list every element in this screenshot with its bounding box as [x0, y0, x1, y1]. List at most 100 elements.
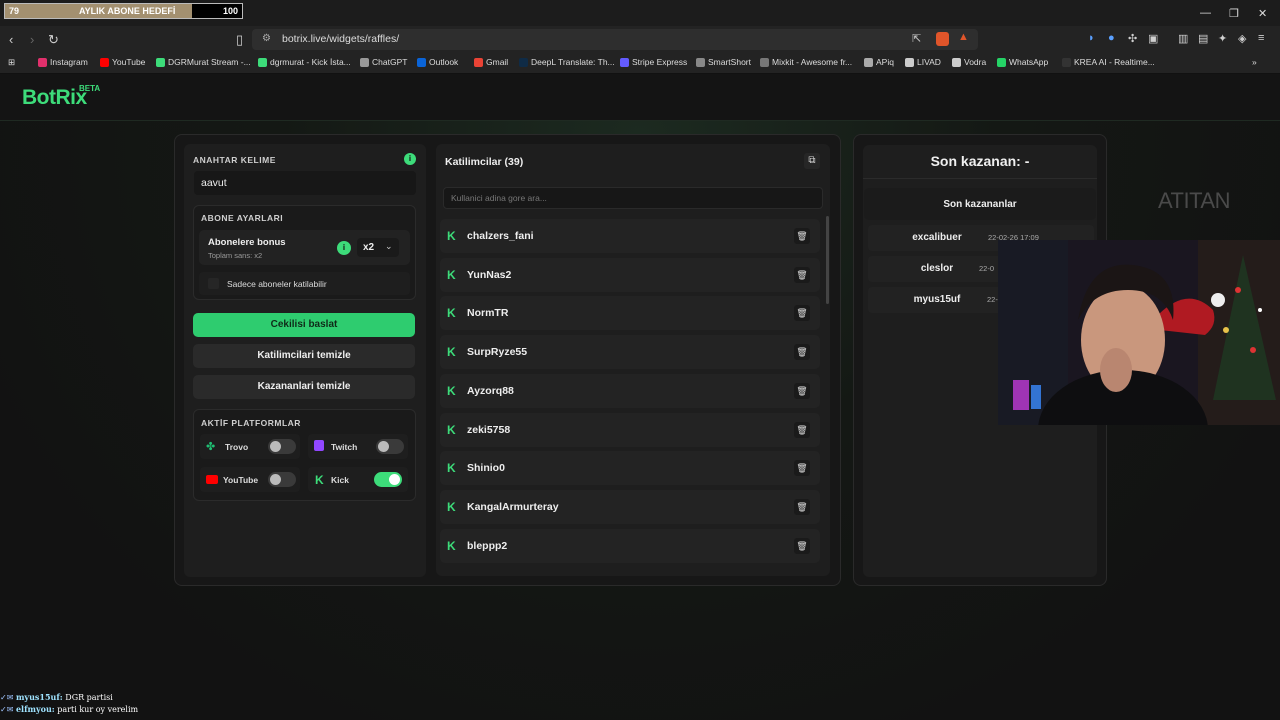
share-icon[interactable]: ⇱	[912, 32, 921, 45]
delete-icon[interactable]: 🗑	[794, 382, 810, 399]
bookmark-item[interactable]: Vodra	[952, 57, 986, 67]
extensions-puzzle-icon[interactable]: ✣	[1128, 32, 1137, 45]
goal-target: 100	[222, 6, 238, 16]
bookmark-label: WhatsApp	[1009, 57, 1049, 67]
delete-icon[interactable]: 🗑	[794, 421, 810, 438]
participant-name: KangalArmurteray	[467, 500, 559, 513]
bookmark-label: YouTube	[112, 57, 146, 67]
delete-icon[interactable]: 🗑	[794, 266, 810, 283]
apps-grid-icon[interactable]: ⊞	[8, 57, 15, 68]
bookmark-favicon-icon	[864, 57, 873, 67]
info-icon[interactable]: i	[404, 153, 416, 165]
youtube-toggle[interactable]	[268, 472, 296, 487]
kick-icon: K	[447, 229, 456, 243]
winner-name: myus15uf	[913, 294, 961, 305]
clear-winners-button[interactable]: Kazananlari temizle	[193, 375, 415, 399]
chat-message: ✓✉ elfmyou: parti kur oy verelim	[0, 704, 139, 714]
bookmark-item[interactable]: Outlook	[417, 57, 458, 67]
forward-icon[interactable]: ›	[30, 32, 34, 47]
bookmark-item[interactable]: dgrmurat - Kick İsta...	[258, 57, 351, 67]
reload-icon[interactable]: ↻	[48, 32, 59, 48]
winner-date: 22-0	[979, 264, 995, 273]
last-winners-title: Son kazananlar	[943, 199, 1017, 210]
start-raffle-button[interactable]: Cekilisi baslat	[193, 313, 415, 337]
bookmark-item[interactable]: DeepL Translate: Th...	[519, 57, 615, 67]
kick-label: Kick	[331, 475, 349, 485]
back-icon[interactable]: ‹	[9, 32, 13, 47]
minimize-icon[interactable]: —	[1200, 7, 1211, 19]
participant-row: Kbleppp2 🗑	[440, 528, 820, 563]
only-subs-checkbox[interactable]	[208, 278, 219, 289]
chat-message: ✓✉ myus15uf: DGR partisi	[0, 692, 113, 702]
bookmark-item[interactable]: ChatGPT	[360, 57, 407, 67]
bookmark-item[interactable]: Gmail	[474, 57, 508, 67]
goal-label: AYLIK ABONE HEDEFİ	[79, 6, 176, 16]
bonus-info-icon[interactable]: i	[337, 241, 351, 255]
bookmark-item[interactable]: KREA AI - Realtime...	[1062, 57, 1155, 67]
delete-icon[interactable]: 🗑	[794, 537, 810, 554]
bookmark-item[interactable]: APiq	[864, 57, 894, 67]
brave-shield-icon[interactable]	[936, 32, 949, 46]
only-subs-row[interactable]: Sadece aboneler katilabilir	[199, 272, 410, 295]
delete-icon[interactable]: 🗑	[794, 228, 810, 244]
bookmark-item[interactable]: Instagram	[38, 57, 88, 67]
delete-icon[interactable]: 🗑	[794, 460, 810, 477]
bookmark-favicon-icon	[620, 57, 629, 67]
bookmark-icon[interactable]: ▯	[236, 32, 243, 48]
bookmark-label: DGRMurat Stream -...	[168, 57, 251, 67]
clear-participants-button[interactable]: Katilimcilari temizle	[193, 344, 415, 368]
only-subs-label: Sadece aboneler katilabilir	[227, 279, 327, 289]
participant-search-input[interactable]: Kullanici adina gore ara...	[443, 187, 823, 209]
bookmark-item[interactable]: SmartShort	[696, 57, 751, 67]
more-bookmarks-icon[interactable]: »	[1252, 57, 1257, 67]
platform-trovo: ✤ Trovo	[200, 434, 300, 459]
bookmark-favicon-icon	[100, 57, 109, 67]
botrix-logo[interactable]: BotRix	[22, 86, 87, 110]
trovo-toggle[interactable]	[268, 439, 296, 454]
brave-rewards-icon[interactable]: ▲	[958, 31, 969, 43]
url-bar[interactable]: ⚙ botrix.live/widgets/raffles/ ⇱ ▲	[252, 29, 978, 50]
platforms-label: AKTİF PLATFORMLAR	[201, 418, 301, 428]
webcam-overlay	[998, 240, 1280, 425]
delete-icon[interactable]: 🗑	[794, 498, 810, 515]
keyword-value: aavut	[201, 177, 227, 189]
delete-icon[interactable]: 🗑	[794, 344, 810, 361]
participant-name: chalzers_fani	[467, 230, 534, 242]
bonus-multiplier-select[interactable]: x2 ⌄	[357, 238, 399, 257]
menu-icon[interactable]: ≡	[1258, 32, 1264, 44]
subscriber-goal-bar: 79 AYLIK ABONE HEDEFİ 100	[4, 3, 243, 19]
bookmark-item[interactable]: Mixkit - Awesome fr...	[760, 57, 852, 67]
bookmark-item[interactable]: WhatsApp	[997, 57, 1048, 67]
copy-icon[interactable]: ⧉	[804, 153, 820, 169]
vpn-icon[interactable]: ◈	[1238, 32, 1246, 45]
participants-scrollbar[interactable]	[826, 216, 829, 304]
participant-name: Ayzorq88	[467, 384, 514, 397]
watermark-text: ATITAN	[1158, 188, 1230, 213]
leo-ai-icon[interactable]: ✦	[1218, 32, 1227, 45]
bookmark-item[interactable]: LIVAD	[905, 57, 941, 67]
close-icon[interactable]: ✕	[1258, 7, 1267, 20]
bookmark-item[interactable]: DGRMurat Stream -...	[156, 57, 251, 67]
maximize-icon[interactable]: ❐	[1229, 7, 1239, 20]
bookmark-favicon-icon	[519, 57, 528, 67]
twitch-toggle[interactable]	[376, 439, 404, 454]
bookmark-favicon-icon	[760, 57, 769, 67]
bookmark-favicon-icon	[258, 57, 267, 67]
kick-toggle[interactable]	[374, 472, 402, 487]
bookmark-label: ChatGPT	[372, 57, 408, 67]
delete-icon[interactable]: 🗑	[794, 305, 810, 322]
bookmark-favicon-icon	[1062, 57, 1071, 67]
media-icon[interactable]: ▣	[1148, 32, 1158, 45]
bookmark-item[interactable]: Stripe Express	[620, 57, 687, 67]
bookmark-favicon-icon	[474, 57, 483, 67]
sidebar-icon[interactable]: ▥	[1178, 32, 1188, 45]
site-info-icon[interactable]: ⚙	[262, 33, 271, 44]
extension-audio-icon[interactable]: ◗	[1088, 32, 1095, 44]
bookmark-label: APiq	[876, 57, 894, 67]
wallet-icon[interactable]: ▤	[1198, 32, 1208, 45]
extension-icon[interactable]: ●	[1108, 32, 1115, 44]
keyword-input[interactable]: aavut	[194, 171, 416, 195]
bookmark-item[interactable]: YouTube	[100, 57, 145, 67]
bookmark-label: dgrmurat - Kick İsta...	[270, 57, 351, 67]
trovo-icon: ✤	[206, 441, 216, 453]
